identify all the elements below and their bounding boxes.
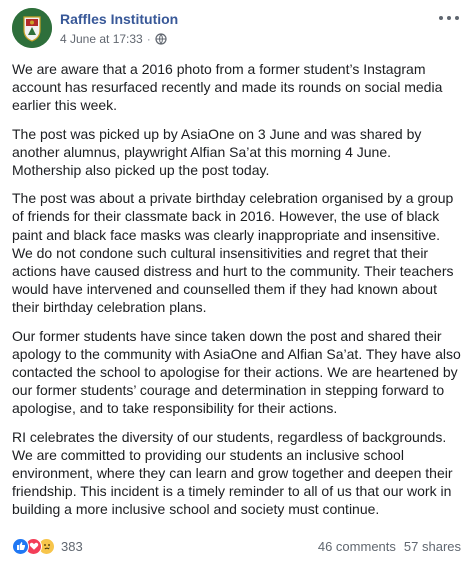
post-body: We are aware that a 2016 photo from a fo…	[12, 60, 461, 529]
comments-count-link[interactable]: 46 comments	[318, 539, 396, 554]
post-paragraph: The post was picked up by AsiaOne on 3 J…	[12, 125, 422, 179]
reaction-count: 383	[61, 538, 83, 554]
meta-separator: ·	[146, 32, 151, 46]
globe-icon[interactable]	[155, 33, 167, 45]
more-options-icon[interactable]	[439, 12, 459, 24]
engagement-stats: 46 comments 57 shares	[318, 539, 461, 554]
more-dot	[447, 16, 451, 20]
post-paragraph: We are aware that a 2016 photo from a fo…	[12, 61, 443, 114]
reactions-summary[interactable]: 383	[12, 537, 83, 555]
post-paragraph: Our former students have since taken dow…	[12, 327, 461, 417]
page-avatar[interactable]	[12, 8, 52, 48]
post-header: Raffles Institution 4 June at 17:33 ·	[12, 8, 461, 52]
post-paragraph: RI celebrates the diversity of our stude…	[12, 428, 453, 518]
more-dot	[439, 16, 443, 20]
post-paragraph: The post was about a private birthday ce…	[12, 190, 454, 316]
post-footer: 383 46 comments 57 shares	[12, 536, 461, 556]
more-dot	[455, 16, 459, 20]
post-meta: 4 June at 17:33 ·	[60, 32, 167, 46]
facebook-post: Raffles Institution 4 June at 17:33 · We…	[0, 0, 473, 564]
page-name[interactable]: Raffles Institution	[60, 11, 178, 27]
post-timestamp[interactable]: 4 June at 17:33	[60, 32, 143, 46]
shares-count-link[interactable]: 57 shares	[404, 539, 461, 554]
crest-logo	[12, 8, 52, 48]
like-icon	[12, 537, 29, 555]
